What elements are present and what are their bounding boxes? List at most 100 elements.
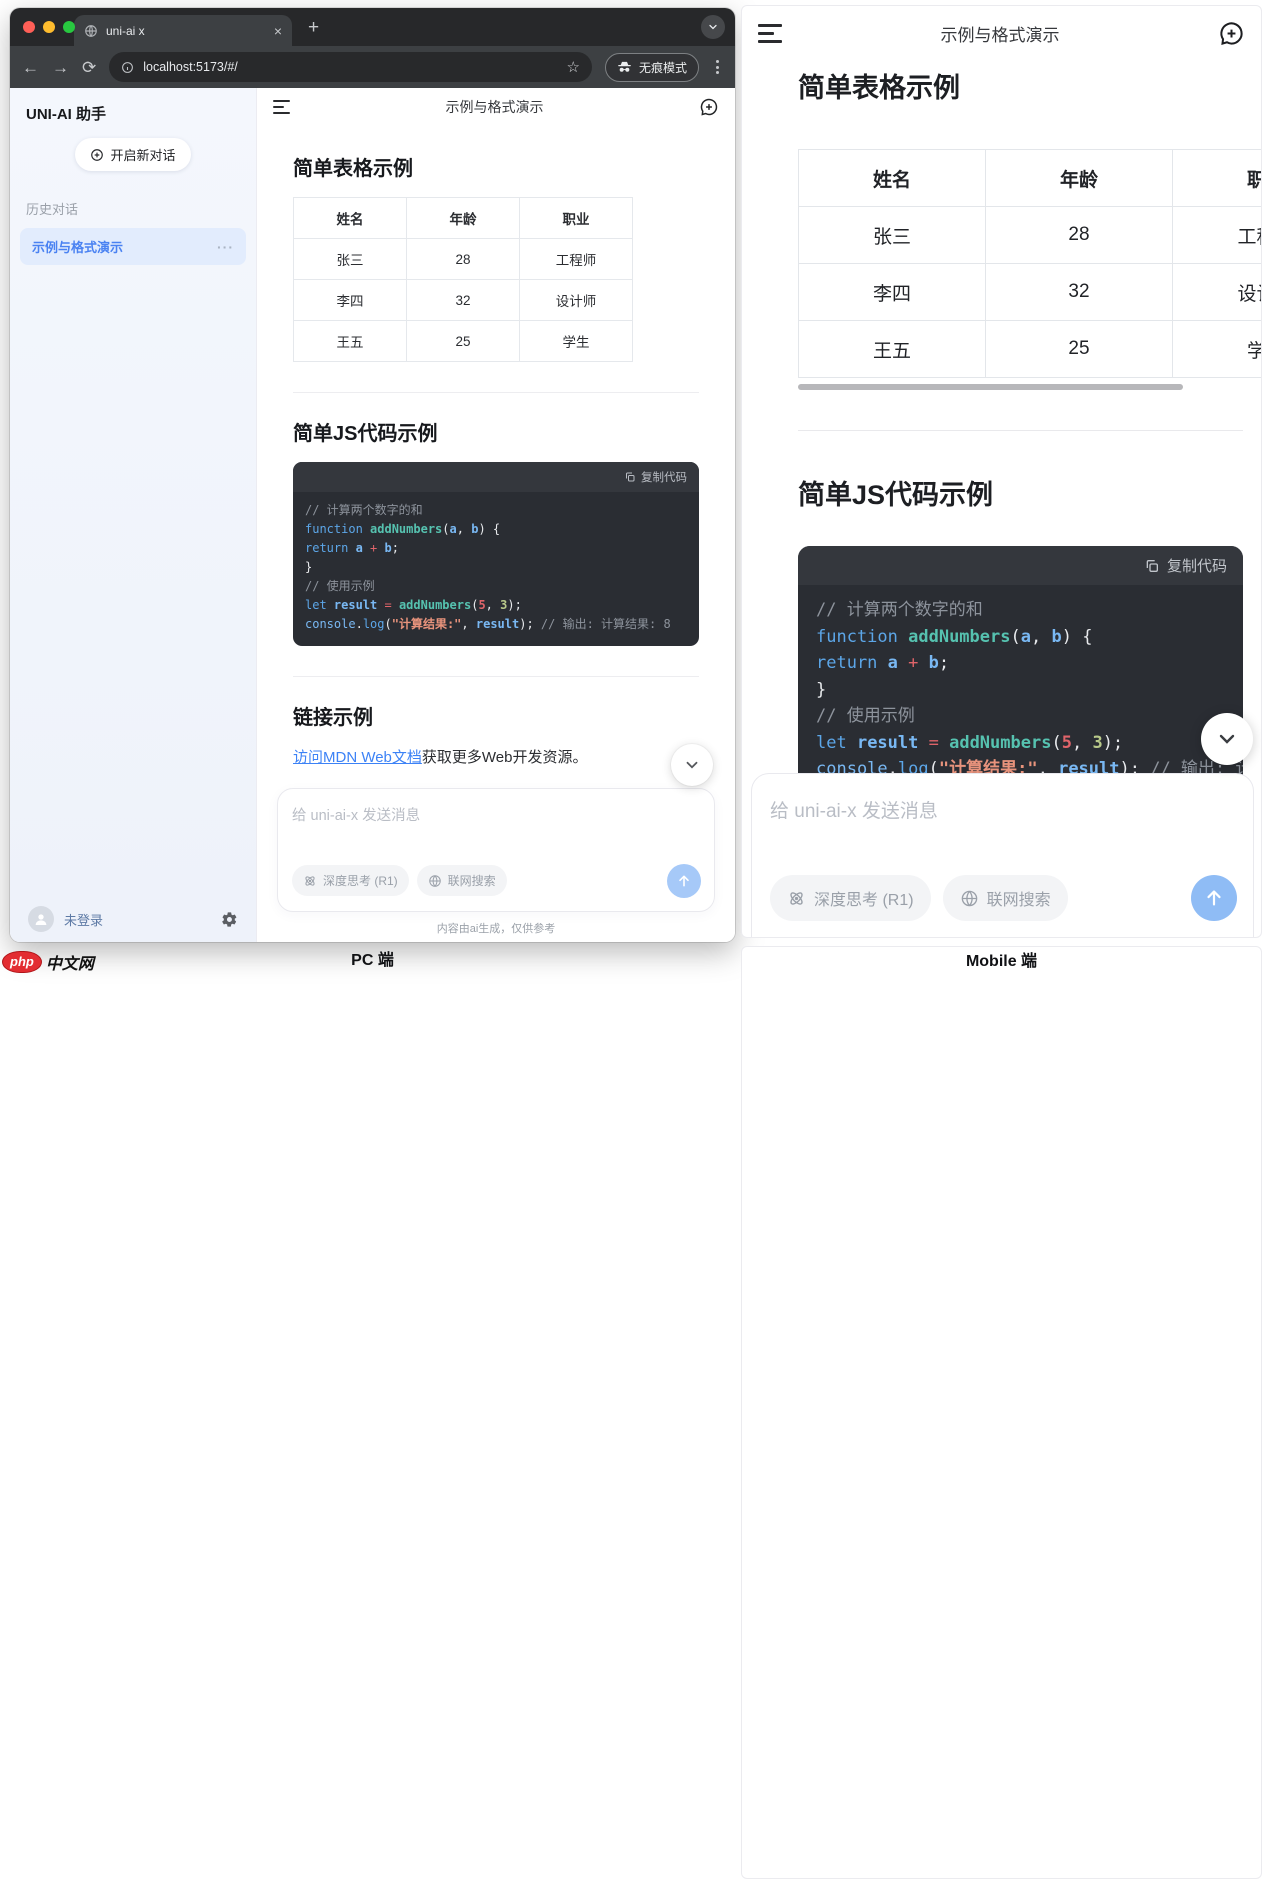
code-line: // 使用示例 [816,703,1243,730]
chat-header: 示例与格式演示 [257,88,735,126]
web-search-toggle[interactable]: 联网搜索 [417,865,507,896]
table-row: 李四32设计师 [799,264,1263,321]
mobile-code-block-header: 复制代码 [798,546,1243,585]
code-line: } [305,558,687,577]
back-button[interactable]: ← [22,59,39,76]
web-search-label: 联网搜索 [448,872,496,889]
code-line: function addNumbers(a, b) { [305,520,687,539]
zoom-window-button[interactable] [63,21,75,33]
mobile-copy-code-button[interactable]: 复制代码 [1167,555,1227,576]
link-paragraph: 访问MDN Web文档获取更多Web开发资源。 [293,746,699,767]
mobile-caption: Mobile 端 [741,946,1262,1879]
table-header-cell: 姓名 [294,198,407,239]
table-cell: 李四 [294,280,407,321]
code-line: // 计算两个数字的和 [305,501,687,520]
conversation-menu-icon[interactable]: ··· [217,239,234,255]
copy-code-button[interactable]: 复制代码 [641,469,687,485]
mobile-section-divider [798,430,1243,431]
new-chat-label: 开启新对话 [110,145,175,164]
conversation-label: 示例与格式演示 [32,237,123,256]
mobile-demo-table: 姓名年龄职业张三28工程师李四32设计师王五25学生 [798,149,1262,378]
table-section-heading: 简单表格示例 [293,152,699,181]
message-composer: 给 uni-ai-x 发送消息 深度思考 (R1) [277,788,715,912]
demo-table: 姓名年龄职业张三28工程师李四32设计师王五25学生 [293,197,633,362]
mobile-chat-title: 示例与格式演示 [782,21,1218,46]
reload-button[interactable]: ⟳ [82,59,96,76]
favicon-globe-icon [84,24,98,38]
forward-button[interactable]: → [52,59,69,76]
app-title: UNI-AI 助手 [10,88,256,128]
address-bar[interactable]: localhost:5173/#/ ☆ [109,52,592,82]
table-cell: 张三 [294,239,407,280]
mobile-menu-hamburger-icon[interactable] [758,24,782,43]
atom-icon [787,889,806,908]
close-tab-icon[interactable]: × [274,23,282,39]
horizontal-scrollbar-thumb[interactable] [798,384,1183,390]
code-block-header: 复制代码 [293,462,699,492]
copy-icon [624,471,636,483]
mobile-scroll-to-bottom-button[interactable] [1201,713,1253,765]
menu-hamburger-icon[interactable] [273,100,290,114]
table-header-cell: 年龄 [407,198,520,239]
login-status[interactable]: 未登录 [64,910,103,929]
send-button[interactable] [667,864,701,898]
code-section-heading: 简单JS代码示例 [293,417,699,446]
table-cell: 25 [986,321,1173,378]
bookmark-star-icon[interactable]: ☆ [567,58,580,76]
avatar[interactable] [28,906,54,932]
scroll-to-bottom-button[interactable] [671,744,713,786]
site-info-icon[interactable] [121,61,134,74]
php-logo-text: 中文网 [46,950,94,974]
plus-circle-icon [90,148,104,162]
new-chat-bubble-icon[interactable] [699,97,719,117]
table-cell: 张三 [799,207,986,264]
close-window-button[interactable] [23,21,35,33]
mobile-message-composer: 给 uni-ai-x 发送消息 深度思考 (R1) [751,773,1254,937]
new-tab-button[interactable]: + [308,18,319,37]
deep-think-toggle[interactable]: 深度思考 (R1) [292,865,409,896]
code-line: let result = addNumbers(5, 3); [305,596,687,615]
table-cell: 学生 [1173,321,1263,378]
sidebar: UNI-AI 助手 开启新对话 历史对话 示例与格式演示 ··· [10,88,257,942]
gear-icon[interactable] [221,911,238,928]
mobile-new-chat-bubble-icon[interactable] [1218,20,1245,47]
mobile-web-search-toggle[interactable]: 联网搜索 [943,875,1068,921]
tab-search-button[interactable] [701,15,725,39]
mdn-link[interactable]: 访问MDN Web文档 [293,749,422,766]
minimize-window-button[interactable] [43,21,55,33]
table-header-cell: 职业 [520,198,633,239]
mobile-message-input[interactable]: 给 uni-ai-x 发送消息 [770,796,1235,823]
table-header-row: 姓名年龄职业 [799,150,1263,207]
deep-think-label: 深度思考 (R1) [814,886,914,910]
mobile-chat-messages[interactable]: 简单表格示例 姓名年龄职业张三28工程师李四32设计师王五25学生 简单JS代码… [742,66,1261,797]
new-chat-button[interactable]: 开启新对话 [75,138,190,171]
table-header-cell: 职业 [1173,150,1263,207]
browser-titlebar: uni-ai x × + [10,8,735,46]
mobile-code-block: 复制代码 // 计算两个数字的和function addNumbers(a, b… [798,546,1243,797]
mobile-chat-header: 示例与格式演示 [742,6,1261,60]
table-row: 张三28工程师 [799,207,1263,264]
code-line: return a + b; [816,650,1243,677]
browser-tab[interactable]: uni-ai x × [74,15,292,46]
pc-browser-window: uni-ai x × + ← → ⟳ localhost:5173/#/ ☆ [10,8,735,942]
globe-icon [428,874,442,888]
table-cell: 王五 [294,321,407,362]
mobile-deep-think-toggle[interactable]: 深度思考 (R1) [770,875,931,921]
table-row: 张三28工程师 [294,239,633,280]
url-text: localhost:5173/#/ [143,60,238,74]
link-paragraph-rest: 获取更多Web开发资源。 [422,749,588,766]
table-header-row: 姓名年龄职业 [294,198,633,239]
table-cell: 工程师 [520,239,633,280]
chat-main: 示例与格式演示 简单表格示例 姓名年龄职业张三28工程师李四32设计师王五25学… [257,88,735,942]
browser-menu-button[interactable] [712,60,723,74]
table-header-cell: 姓名 [799,150,986,207]
message-input[interactable]: 给 uni-ai-x 发送消息 [292,804,700,825]
mobile-send-button[interactable] [1191,875,1237,921]
pc-caption: PC 端 [10,946,735,970]
sidebar-conversation-item[interactable]: 示例与格式演示 ··· [20,228,246,265]
mobile-table-scroll-container[interactable]: 姓名年龄职业张三28工程师李四32设计师王五25学生 [798,149,1262,390]
deep-think-label: 深度思考 (R1) [323,872,398,889]
section-divider [293,392,699,393]
code-content: // 计算两个数字的和function addNumbers(a, b) {re… [293,492,699,646]
chat-messages[interactable]: 简单表格示例 姓名年龄职业张三28工程师李四32设计师王五25学生 简单JS代码… [257,126,735,784]
